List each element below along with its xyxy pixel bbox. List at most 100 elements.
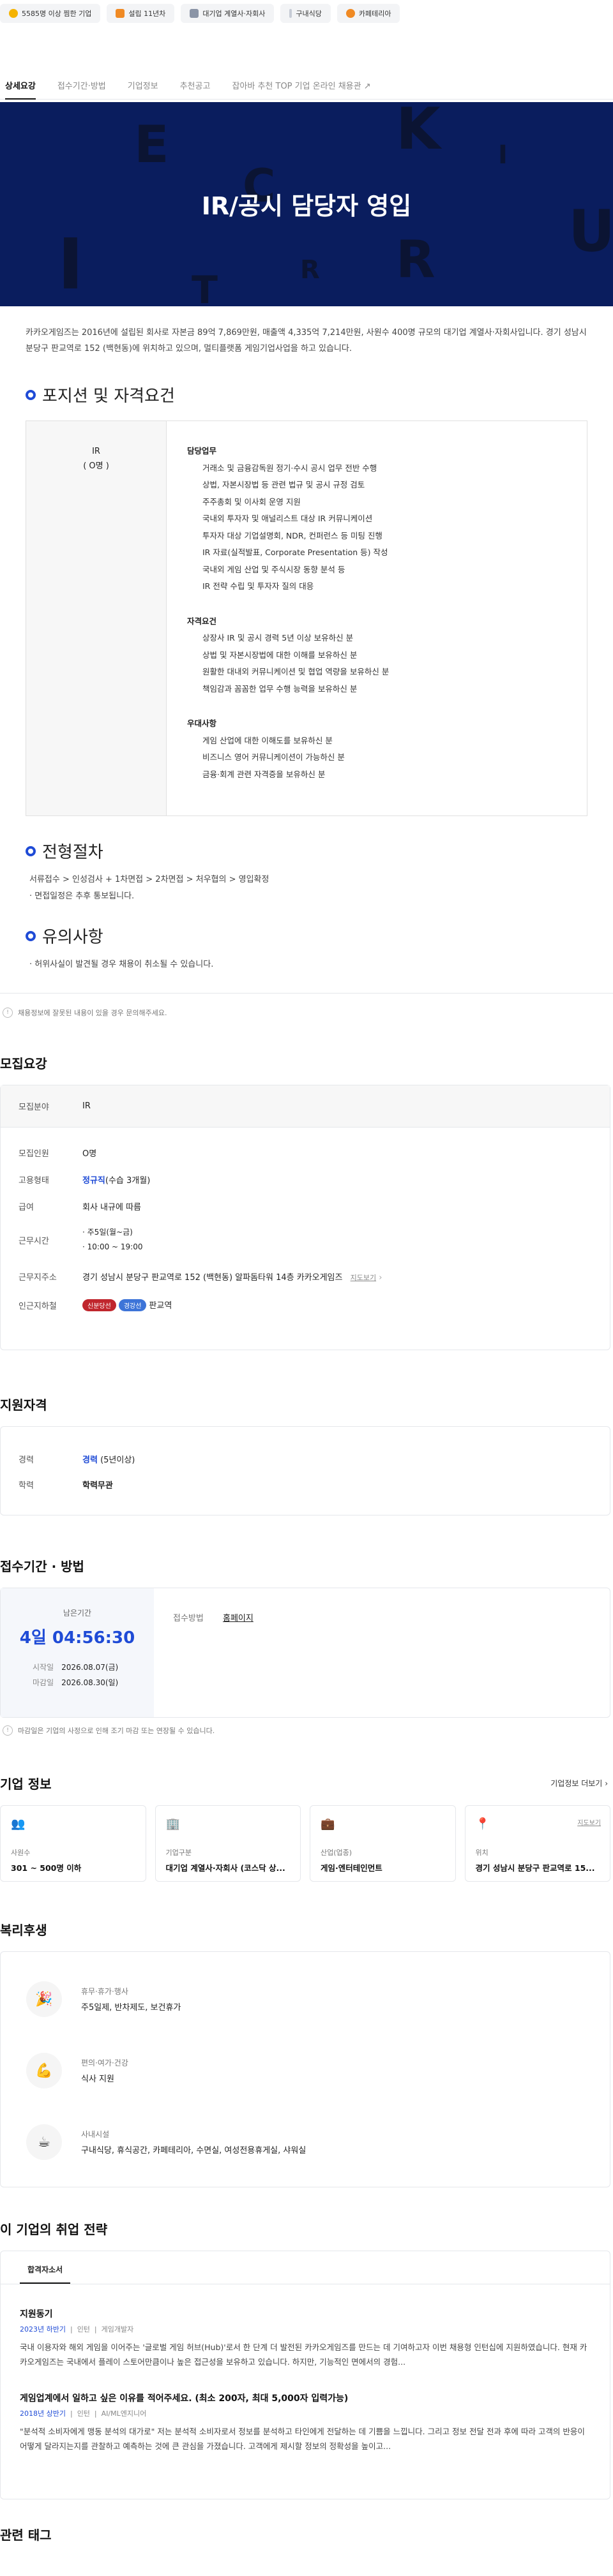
coffee-cup-icon: ☕ — [26, 2124, 62, 2160]
preferred-item: 금융·회계 관련 자격증을 보유하신 분 — [202, 769, 326, 779]
qualify-heading: 지원자격 — [0, 1397, 47, 1413]
apply-card: 남은기간 4일 04:56:30 시작일 2026.08.07(금) 마감일 202… — [0, 1588, 610, 1718]
homepage-link[interactable]: 홈페이지 — [223, 1614, 254, 1623]
report-notice: ! 채용정보에 잘못된 내용이 있을 경우 문의해주세요. — [0, 1008, 613, 1018]
apply-method-panel: 접수방법 홈페이지 — [173, 1614, 254, 1623]
info-icon: ! — [3, 1008, 13, 1018]
position-role-cell: IR ( O명 ) — [26, 421, 167, 815]
role-headcount: ( O명 ) — [83, 461, 109, 472]
subway-line-badge: 신분당선 — [82, 1299, 116, 1311]
flag-icon — [116, 9, 125, 18]
map-link[interactable]: 지도보기 — [577, 1817, 601, 1827]
duty-item: 국내외 투자자 및 애널리스트 대상 IR 커뮤니케이션 — [202, 514, 373, 523]
group-title-requirements: 자격요건 — [187, 616, 217, 626]
job-banner: E K I C R U I T R IR/공시 담당자 영입 — [0, 102, 613, 306]
tab-apply-period[interactable]: 접수기간·방법 — [57, 59, 106, 100]
info-icon: ! — [3, 1725, 13, 1736]
welfare-item: 💪 편의·여가·건강 식사 지원 — [1, 2045, 610, 2096]
coffee-icon — [345, 9, 355, 18]
qualify-edu-row: 학력 학력무관 — [19, 1480, 113, 1491]
party-icon: 🎉 — [26, 1981, 62, 2017]
process-heading: 전형절차 — [0, 839, 613, 863]
duty-item: IR 자료(실적발표, Corporate Presentation 등) 작성 — [202, 547, 388, 557]
recruit-employment-row: 고용형태 정규직(수습 3개월) — [19, 1175, 151, 1186]
chip-cafeteria: 구내식당 — [280, 4, 331, 23]
tags-heading: 관련 태그 — [0, 2528, 52, 2543]
ring-icon — [26, 845, 36, 856]
recruit-subway-row: 인근지하철 신분당선 경강선 판교역 — [1, 1292, 610, 1318]
company-card-employees: 👥 사원수 301 ~ 500명 이하 — [0, 1805, 146, 1882]
recruit-heading: 모집요강 — [0, 1056, 47, 1071]
strategy-heading: 이 기업의 취업 전략 — [0, 2222, 108, 2237]
end-date-row: 마감일 2026.08.30(일) — [33, 1678, 119, 1687]
welfare-heading: 복리후생 — [0, 1923, 47, 1938]
ring-icon — [26, 389, 36, 400]
company-info-cards: 👥 사원수 301 ~ 500명 이하 🏢 기업구분 대기업 계열사·자회사 (… — [0, 1805, 610, 1882]
tab-cover-letter[interactable]: 합격자소서 — [20, 2264, 71, 2284]
duty-item: 상법, 자본시장법 등 관련 법규 및 공시 규정 검토 — [202, 480, 365, 489]
requirement-item: 상법 및 자본시장법에 대한 이해를 보유하신 분 — [202, 650, 358, 660]
tab-detail[interactable]: 상세요강 — [5, 59, 36, 100]
chip-likes: 5585명 이상 찜한 기업 — [0, 4, 101, 23]
chip-founded: 설립 11년차 — [107, 4, 175, 23]
banner-letter: I — [57, 223, 84, 305]
recruit-salary-row: 급여 회사 내규에 따름 — [19, 1202, 141, 1212]
recruit-hours-row: 근무시간 · 주5일(월~금) · 10:00 ~ 19:00 — [1, 1219, 610, 1260]
welfare-card: 🎉 휴무·휴가·행사 주5일제, 반차제도, 보건휴가 💪 편의·여가·건강 식사 … — [0, 1951, 610, 2187]
tab-recommended[interactable]: 추천공고 — [180, 59, 211, 100]
map-link[interactable]: 지도보기 — [351, 1274, 376, 1282]
subway-station: 판교역 — [149, 1301, 172, 1311]
strategy-card: 합격자소서 지원동기 2023년 하반기 | 인턴 | 게임개발자 국내 이용자… — [0, 2251, 610, 2499]
company-card-type: 🏢 기업구분 대기업 계열사·자회사 (코스닥 상... — [155, 1805, 301, 1882]
duty-item: 국내외 게임 산업 및 주식시장 동향 분석 등 — [202, 564, 345, 574]
recruit-address-row: 근무지주소 경기 성남시 분당구 판교역로 152 (백현동) 알파돔타워 14… — [19, 1272, 382, 1283]
preferred-item: 비즈니스 영어 커뮤니케이션이 가능하신 분 — [202, 752, 345, 762]
cover-letter-item[interactable]: 지원동기 2023년 하반기 | 인턴 | 게임개발자 국내 이용자와 해외 게… — [1, 2307, 610, 2370]
caution-note: · 허위사실이 발견될 경우 채용이 취소될 수 있습니다. — [29, 960, 214, 969]
ring-icon — [26, 930, 36, 941]
muscle-icon: 💪 — [26, 2053, 62, 2088]
external-link-icon: ↗ — [363, 82, 371, 91]
hours-item: · 10:00 ~ 19:00 — [82, 1242, 143, 1251]
tab-company-info[interactable]: 기업정보 — [128, 59, 158, 100]
company-more-link[interactable]: 기업정보 더보기 › — [550, 1778, 608, 1789]
apply-notice: ! 마감일은 기업의 사정으로 인해 조기 마감 또는 연장될 수 있습니다. — [0, 1725, 613, 1736]
duty-item: 주주총회 및 이사회 운영 지원 — [202, 496, 301, 507]
company-heading: 기업 정보 — [0, 1776, 52, 1792]
detail-tabs: 상세요강 접수기간·방법 기업정보 추천공고 잡아바 추천 TOP 기업 온라인… — [0, 59, 613, 100]
banner-letter: R — [396, 230, 435, 289]
tab-top-company[interactable]: 잡아바 추천 TOP 기업 온라인 채용관 ↗ — [232, 59, 370, 100]
remain-label: 남은기간 — [63, 1609, 92, 1618]
chevron-right-icon: › — [379, 1272, 382, 1283]
banner-title: IR/공시 담당자 영입 — [201, 192, 412, 220]
banner-letter: I — [498, 140, 508, 170]
recruit-field-row: 모집분야 IR — [1, 1085, 610, 1128]
welfare-item: ☕ 사내시설 구내식당, 휴식공간, 카페테리아, 수면실, 여성전용휴게실, 샤… — [1, 2117, 610, 2168]
building-icon: 🏢 — [165, 1817, 180, 1831]
position-details: 담당업무 거래소 및 금융감독원 정기·수시 공시 업무 전반 수행 상법, 자… — [167, 421, 389, 815]
utensils-icon — [289, 9, 292, 18]
chevron-right-icon: › — [605, 1779, 608, 1788]
apply-heading: 접수기간 · 방법 — [0, 1559, 84, 1574]
banner-letter: T — [192, 268, 218, 306]
cover-letter-item[interactable]: 게임업계에서 일하고 싶은 이유를 적어주세요. (최소 200자, 최대 5,… — [1, 2392, 610, 2454]
star-icon — [9, 9, 18, 18]
requirement-item: 상장사 IR 및 공시 경력 5년 이상 보유하신 분 — [202, 633, 354, 643]
apply-period-panel: 남은기간 4일 04:56:30 시작일 2026.08.07(금) 마감일 202… — [1, 1588, 154, 1717]
building-icon — [190, 9, 199, 18]
start-date-row: 시작일 2026.08.07(금) — [33, 1663, 119, 1672]
duty-item: 투자자 대상 기업설명회, NDR, 컨퍼런스 등 미팅 진행 — [202, 530, 382, 540]
remain-countdown: 4일 04:56:30 — [19, 1628, 135, 1648]
group-title-duties: 담당업무 — [187, 446, 217, 456]
position-heading: 포지션 및 자격요건 — [0, 383, 613, 406]
position-table: IR ( O명 ) 담당업무 거래소 및 금융감독원 정기·수시 공시 업무 전… — [26, 421, 587, 816]
company-card-location: 📍 지도보기 위치 경기 성남시 분당구 판교역로 15... — [464, 1805, 610, 1882]
chip-cafe: 카페테리아 — [337, 4, 400, 23]
caution-heading: 유의사항 — [0, 924, 613, 948]
duty-item: IR 전략 수립 및 투자자 질의 대응 — [202, 581, 314, 591]
briefcase-icon: 💼 — [321, 1817, 335, 1831]
banner-letter: K — [396, 102, 441, 163]
requirement-item: 책임감과 꼼꼼한 업무 수행 능력을 보유하신 분 — [202, 683, 358, 694]
chip-company-type: 대기업 계열사·자회사 — [181, 4, 275, 23]
welfare-item: 🎉 휴무·휴가·행사 주5일제, 반차제도, 보건휴가 — [1, 1974, 610, 2025]
